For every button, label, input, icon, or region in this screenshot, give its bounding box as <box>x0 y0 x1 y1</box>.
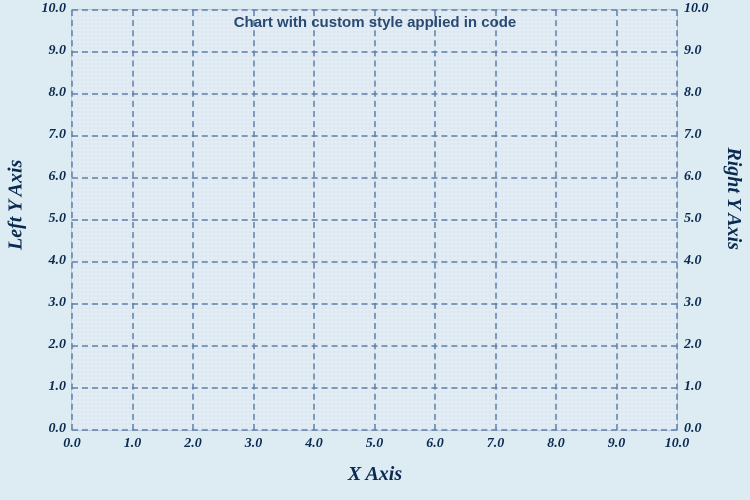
plot-area <box>72 10 677 430</box>
x-tick-label: 6.0 <box>415 436 455 452</box>
y-tick-left-label: 7.0 <box>6 127 66 143</box>
grid-line-horizontal <box>72 219 677 221</box>
y-tick-left-label: 9.0 <box>6 43 66 59</box>
y-tick-right-label: 3.0 <box>684 295 744 311</box>
x-tick-label: 3.0 <box>234 436 274 452</box>
grid-line-horizontal <box>72 135 677 137</box>
x-tick-label: 2.0 <box>173 436 213 452</box>
grid-line-horizontal <box>72 177 677 179</box>
grid-line-horizontal <box>72 345 677 347</box>
grid-line-horizontal <box>72 303 677 305</box>
y-tick-right-label: 5.0 <box>684 211 744 227</box>
y-tick-right-label: 9.0 <box>684 43 744 59</box>
x-tick-label: 1.0 <box>113 436 153 452</box>
y-tick-right-label: 7.0 <box>684 127 744 143</box>
grid-line-horizontal <box>72 9 677 11</box>
y-tick-right-label: 0.0 <box>684 421 744 437</box>
y-tick-left-label: 5.0 <box>6 211 66 227</box>
grid-line-horizontal <box>72 51 677 53</box>
x-tick-label: 9.0 <box>597 436 637 452</box>
y-tick-left-label: 8.0 <box>6 85 66 101</box>
y-tick-left-label: 1.0 <box>6 379 66 395</box>
x-tick-label: 8.0 <box>536 436 576 452</box>
x-tick-label: 7.0 <box>476 436 516 452</box>
x-axis-label: X Axis <box>0 463 750 486</box>
y-tick-right-label: 6.0 <box>684 169 744 185</box>
y-tick-left-label: 0.0 <box>6 421 66 437</box>
right-y-axis-label: Right Y Axis <box>723 147 746 250</box>
y-tick-right-label: 1.0 <box>684 379 744 395</box>
y-tick-right-label: 4.0 <box>684 253 744 269</box>
x-tick-label: 4.0 <box>294 436 334 452</box>
y-tick-right-label: 8.0 <box>684 85 744 101</box>
y-tick-left-label: 2.0 <box>6 337 66 353</box>
grid-line-horizontal <box>72 387 677 389</box>
chart-container: Chart with custom style applied in code … <box>0 0 750 500</box>
grid-line-horizontal <box>72 261 677 263</box>
y-tick-right-label: 2.0 <box>684 337 744 353</box>
y-tick-left-label: 6.0 <box>6 169 66 185</box>
grid-line-horizontal <box>72 429 677 431</box>
chart-title: Chart with custom style applied in code <box>0 14 750 31</box>
y-tick-left-label: 3.0 <box>6 295 66 311</box>
y-tick-left-label: 4.0 <box>6 253 66 269</box>
grid-line-horizontal <box>72 93 677 95</box>
x-tick-label: 5.0 <box>355 436 395 452</box>
x-tick-label: 0.0 <box>52 436 92 452</box>
x-tick-label: 10.0 <box>657 436 697 452</box>
